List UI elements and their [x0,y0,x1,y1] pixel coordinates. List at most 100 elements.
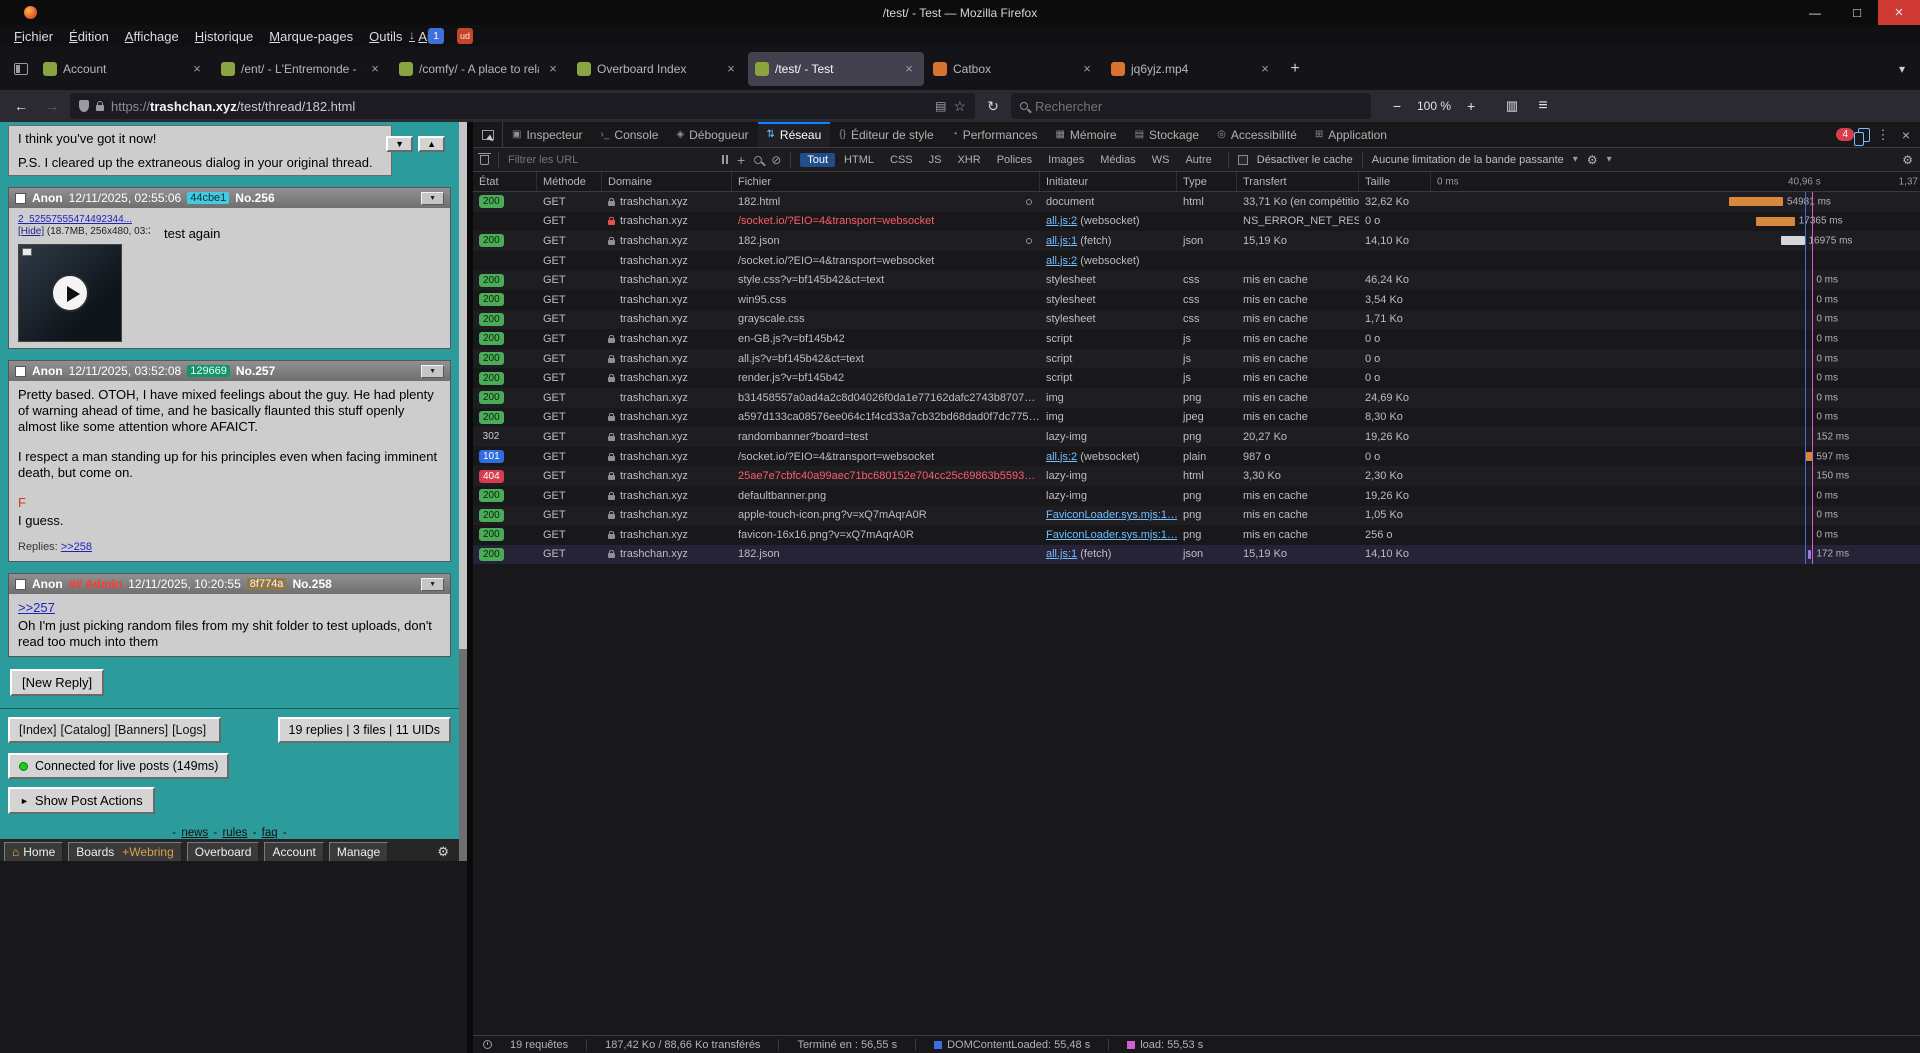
column-header-file[interactable]: Fichier [732,172,1040,191]
file-link[interactable]: 2_52557555474492344... [18,214,132,225]
devtools-tab[interactable]: ▤ Stockage [1126,122,1209,147]
post-menu-button[interactable] [421,365,444,378]
initiator-link[interactable]: FaviconLoader.sys.mjs:1… [1046,509,1177,521]
page-scrollbar[interactable] [459,122,467,861]
downloads-icon[interactable] [409,30,415,42]
scrollbar-thumb[interactable] [459,649,467,861]
column-header-transfer[interactable]: Transfert [1237,172,1359,191]
network-request-row[interactable]: 200 GET trashchan.xyz render.js?v=bf145b… [473,368,1920,388]
initiator-link[interactable]: all.js:2 [1046,215,1077,227]
devtools-tab[interactable]: ◎ Accessibilité [1208,122,1306,147]
initiator-link[interactable]: all.js:2 [1046,255,1077,267]
video-thumbnail[interactable] [18,244,122,342]
browser-tab[interactable]: /comfy/ - A place to relax [392,52,568,86]
poster-id-badge[interactable]: 8f774a [247,578,287,590]
network-request-row[interactable]: 200 GET trashchan.xyz all.js?v=bf145b42&… [473,349,1920,369]
board-link[interactable]: [Banners] [115,723,169,737]
url-filter-input[interactable] [508,154,713,166]
reader-mode-icon[interactable] [935,99,946,113]
request-filter-pill[interactable]: WS [1145,153,1177,167]
zoom-level[interactable]: 100 % [1413,99,1455,113]
post-checkbox[interactable] [15,366,26,377]
devtools-menu-icon[interactable] [1874,127,1892,143]
initiator-link[interactable]: all.js:2 [1046,451,1077,463]
extension-icon-ud[interactable]: ud [457,28,473,44]
search-requests-icon[interactable] [754,156,762,164]
network-request-row[interactable]: 200 GET trashchan.xyz favicon-16x16.png?… [473,525,1920,545]
faq-link[interactable]: faq [262,827,278,839]
initiator-link[interactable]: all.js:1 [1046,548,1077,560]
network-request-row[interactable]: 404 GET trashchan.xyz 25ae7e7cbfc40a99ae… [473,466,1920,486]
nav-manage[interactable]: Manage [329,842,388,862]
minimize-button[interactable] [1794,0,1836,25]
throttle-dropdown[interactable]: Aucune limitation de la bande passante [1372,154,1564,166]
request-filter-pill[interactable]: XHR [950,153,987,167]
board-link[interactable]: [Catalog] [61,723,111,737]
search-input[interactable] [1035,99,1362,114]
network-request-row[interactable]: 200 GET trashchan.xyz win95.css styleshe… [473,290,1920,310]
news-link[interactable]: news [181,827,208,839]
post-menu-button[interactable] [421,578,444,591]
poster-id-badge[interactable]: 129669 [187,365,230,377]
network-request-row[interactable]: 200 GET trashchan.xyz apple-touch-icon.p… [473,506,1920,526]
nav-home[interactable]: Home [4,842,63,862]
devtools-tab[interactable]: ◔ Performances [943,122,1047,147]
tab-close-icon[interactable] [1257,61,1273,76]
rules-link[interactable]: rules [222,827,247,839]
tracking-protection-shield-icon[interactable] [79,100,89,112]
menu-item[interactable]: Édition [61,27,117,46]
library-icon[interactable] [1499,93,1525,119]
bookmark-star-icon[interactable] [953,98,966,115]
block-requests-icon[interactable] [771,153,781,167]
request-filter-pill[interactable]: Autre [1178,153,1218,167]
back-button[interactable] [8,93,34,119]
pick-element-icon[interactable] [482,130,494,140]
pause-icon[interactable] [722,155,728,164]
column-header-domain[interactable]: Domaine [602,172,732,191]
browser-tab[interactable]: /ent/ - L'Entremonde - Pa [214,52,390,86]
poster-id-badge[interactable]: 44cbe1 [187,192,229,204]
post-checkbox[interactable] [15,579,26,590]
menu-item[interactable]: Marque-pages [261,27,361,46]
initiator-link[interactable]: FaviconLoader.sys.mjs:1… [1046,529,1177,541]
network-request-row[interactable]: 200 GET trashchan.xyz en-GB.js?v=bf145b4… [473,329,1920,349]
disable-cache-checkbox[interactable] [1238,155,1248,165]
post-number[interactable]: No.256 [235,191,274,205]
request-filter-pill[interactable]: Polices [990,153,1039,167]
board-link[interactable]: [Index] [19,723,57,737]
url-bar[interactable]: https://trashchan.xyz/test/thread/182.ht… [70,93,975,119]
network-request-row[interactable]: 200 GET trashchan.xyz 182.html document … [473,192,1920,212]
nav-account[interactable]: Account [264,842,323,862]
request-filter-pill[interactable]: HTML [837,153,881,167]
request-filter-pill[interactable]: Images [1041,153,1091,167]
tab-close-icon[interactable] [545,61,561,76]
error-count-badge[interactable]: 4 [1836,128,1854,141]
initiator-link[interactable]: all.js:1 [1046,235,1077,247]
extension-icon-blue[interactable]: 1 [428,28,444,44]
all-tabs-dropdown-icon[interactable] [1890,62,1914,76]
hide-file-link[interactable]: [Hide] [18,226,44,237]
menu-item[interactable]: Historique [187,27,262,46]
new-reply-button[interactable]: [New Reply] [10,669,104,696]
network-request-row[interactable]: GET trashchan.xyz /socket.io/?EIO=4&tran… [473,251,1920,271]
zoom-in-button[interactable] [1458,93,1484,119]
devtools-tab[interactable]: ▣ Inspecteur [503,122,592,147]
close-button[interactable] [1878,0,1920,25]
devtools-tab[interactable]: ⇅ Réseau [758,122,831,147]
post-number[interactable]: No.258 [292,577,331,591]
scroll-to-bottom-button[interactable] [386,136,413,152]
column-header-size[interactable]: Taille [1359,172,1431,191]
network-request-row[interactable]: 302 GET trashchan.xyz randombanner?board… [473,427,1920,447]
request-filter-pill[interactable]: Tout [800,153,835,167]
browser-tab[interactable]: Catbox [926,52,1102,86]
search-bar[interactable] [1011,93,1371,119]
post-checkbox[interactable] [15,193,26,204]
network-request-row[interactable]: 200 GET trashchan.xyz grayscale.css styl… [473,310,1920,330]
tab-close-icon[interactable] [189,61,205,76]
tab-close-icon[interactable] [723,61,739,76]
reload-button[interactable] [980,93,1006,119]
column-header-status[interactable]: État [473,172,537,191]
browser-tab[interactable]: /test/ - Test [748,52,924,86]
tab-close-icon[interactable] [901,61,917,76]
tab-close-icon[interactable] [1079,61,1095,76]
